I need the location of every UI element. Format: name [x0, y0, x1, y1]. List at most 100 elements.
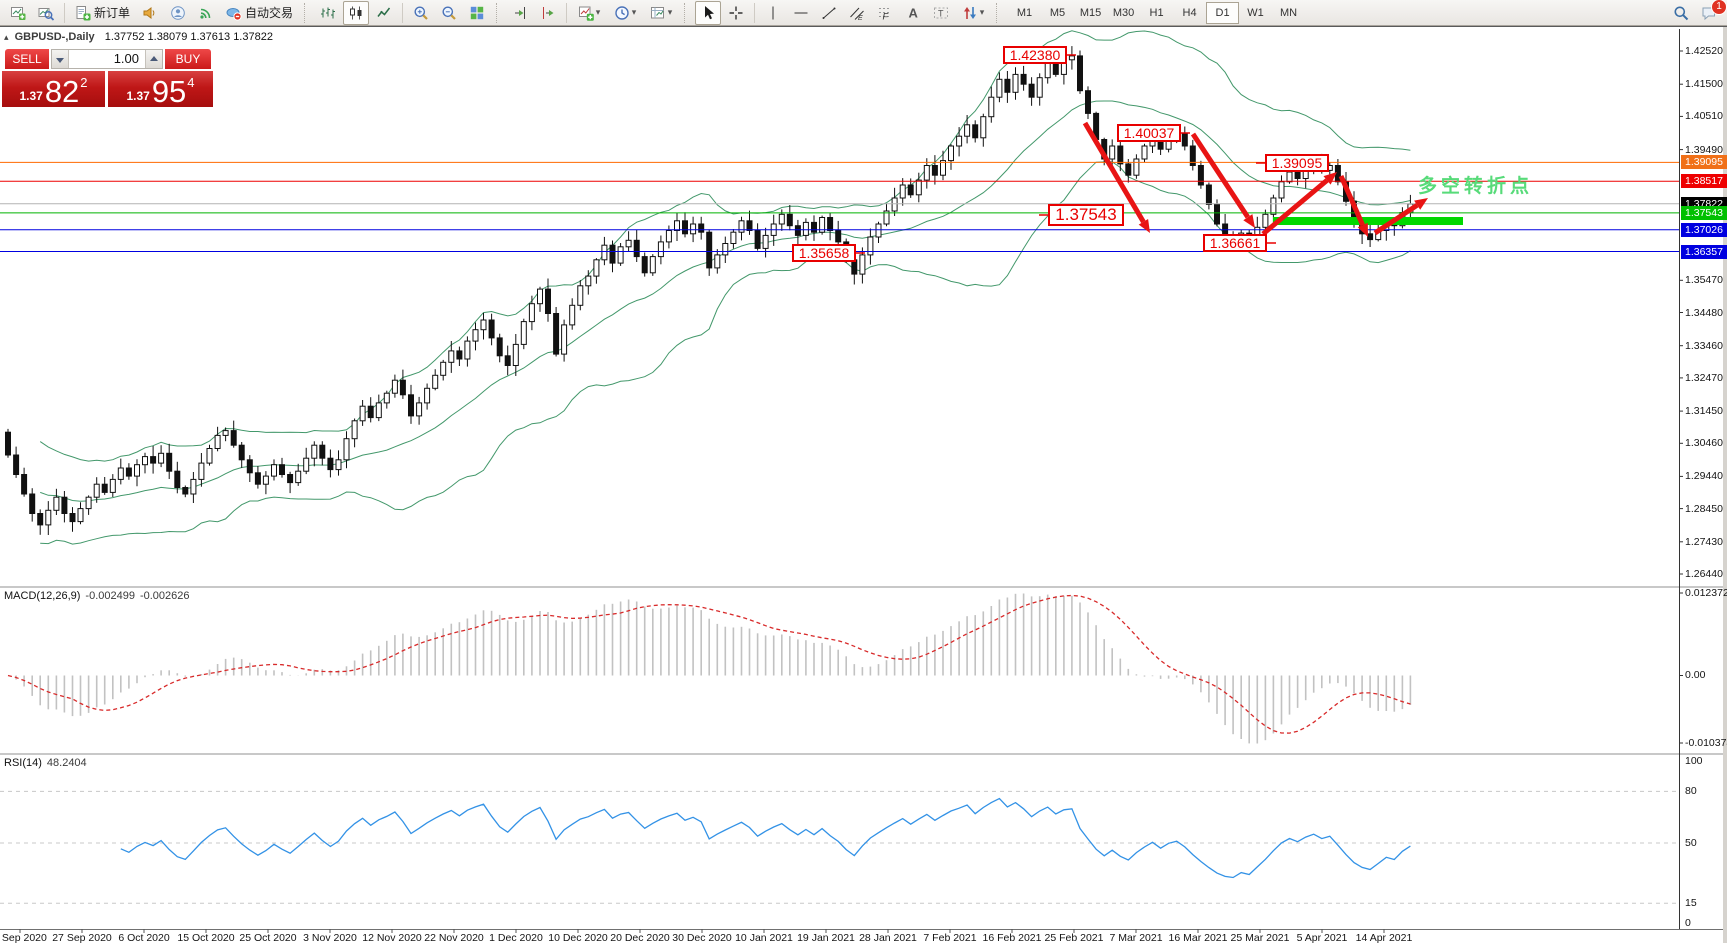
- volume-decrease-button[interactable]: [52, 50, 69, 68]
- chart-shift-icon: [540, 5, 556, 21]
- price-axis-tick: 1.42520: [1685, 45, 1723, 57]
- new-order-label: 新订单: [94, 4, 130, 21]
- volume-increase-button[interactable]: [145, 50, 162, 68]
- candlestick-chart-button[interactable]: [343, 1, 369, 25]
- date-axis-label: 14 Apr 2021: [1356, 932, 1413, 943]
- dropdown-caret-icon[interactable]: ▾: [596, 7, 601, 18]
- zoom-in-button[interactable]: [408, 1, 434, 25]
- periods-button[interactable]: ▾: [608, 1, 642, 25]
- timeframe-button-h4[interactable]: H4: [1173, 2, 1206, 24]
- trendline-button[interactable]: [816, 1, 842, 25]
- price-level-badge: 1.37543: [1681, 206, 1727, 220]
- price-annotation-box[interactable]: 1.40037: [1117, 124, 1181, 142]
- channel-button[interactable]: E: [844, 1, 870, 25]
- autotrade-button[interactable]: 自动交易: [221, 1, 298, 25]
- sell-button[interactable]: SELL: [5, 49, 49, 69]
- new-chart-button[interactable]: [5, 1, 31, 25]
- sound-icon: [142, 5, 158, 21]
- price-level-badge: 1.39095: [1681, 155, 1727, 169]
- auto-scroll-button[interactable]: [507, 1, 533, 25]
- dropdown-caret-icon[interactable]: ▾: [668, 7, 673, 18]
- macd-axis-zero: 0.00: [1685, 669, 1705, 681]
- search-icon: [1673, 5, 1689, 21]
- price-level-badge: 1.37026: [1681, 223, 1727, 237]
- timeframe-button-w1[interactable]: W1: [1239, 2, 1272, 24]
- timeframe-button-d1[interactable]: D1: [1206, 2, 1239, 24]
- line-chart-button[interactable]: [371, 1, 397, 25]
- zoom-out-button[interactable]: [436, 1, 462, 25]
- tile-windows-button[interactable]: [464, 1, 490, 25]
- price-axis-tick: 1.30460: [1685, 437, 1723, 449]
- toolbar-drag-handle: [496, 3, 501, 23]
- signals-icon: [198, 5, 214, 21]
- date-axis-label: 22 Nov 2020: [424, 932, 484, 943]
- buy-price-button[interactable]: 1.37954: [108, 71, 213, 107]
- chat-button[interactable]: 1: [1696, 1, 1722, 25]
- account-button[interactable]: [165, 1, 191, 25]
- date-axis-label: 6 Oct 2020: [118, 932, 169, 943]
- date-axis-label: 12 Nov 2020: [362, 932, 422, 943]
- vertical-line-button[interactable]: [760, 1, 786, 25]
- signals-button[interactable]: [193, 1, 219, 25]
- mt4-window: 新订单 自动交易 ▾ ▾ ▾ E F A T ▾: [0, 0, 1727, 943]
- arrows-button[interactable]: ▾: [956, 1, 990, 25]
- price-annotation-box[interactable]: 1.37543: [1048, 204, 1124, 226]
- templates-button[interactable]: ▾: [644, 1, 678, 25]
- dropdown-caret-icon[interactable]: ▾: [632, 7, 637, 18]
- ohlc-values: 1.37752 1.38079 1.37613 1.37822: [105, 31, 273, 43]
- date-axis-label: 27 Sep 2020: [52, 932, 112, 943]
- toolbar-separator: [754, 3, 755, 23]
- price-annotation-box[interactable]: 1.42380: [1003, 46, 1067, 64]
- arrows-icon: [962, 5, 978, 21]
- price-axis-tick: 1.40510: [1685, 110, 1723, 122]
- price-annotation-box[interactable]: 1.39095: [1265, 154, 1329, 172]
- crosshair-button[interactable]: [723, 1, 749, 25]
- macd-axis-max: 0.012372: [1685, 587, 1727, 599]
- price-annotation-box[interactable]: 1.36661: [1203, 234, 1267, 252]
- zoom-out-icon: [441, 5, 457, 21]
- price-axis-tick: 1.35470: [1685, 274, 1723, 286]
- toolbar-drag-handle: [996, 3, 1001, 23]
- chart-shift-button[interactable]: [535, 1, 561, 25]
- text-label-button[interactable]: T: [928, 1, 954, 25]
- profiles-icon: [38, 5, 54, 21]
- timeframe-button-m5[interactable]: M5: [1041, 2, 1074, 24]
- timeframe-button-mn[interactable]: MN: [1272, 2, 1305, 24]
- buy-price-prefix: 1.37: [126, 90, 149, 102]
- timeframe-button-m15[interactable]: M15: [1074, 2, 1107, 24]
- text-label-icon: T: [933, 5, 949, 21]
- buy-price-big: 95: [152, 78, 186, 105]
- indicators-button[interactable]: ▾: [572, 1, 606, 25]
- text-button[interactable]: A: [900, 1, 926, 25]
- dropdown-caret-icon[interactable]: ▾: [980, 7, 985, 18]
- timeframe-button-h1[interactable]: H1: [1140, 2, 1173, 24]
- sell-price-button[interactable]: 1.37822: [2, 71, 105, 107]
- profiles-button[interactable]: [33, 1, 59, 25]
- cursor-button[interactable]: [695, 1, 721, 25]
- notification-badge[interactable]: 1: [1711, 0, 1727, 15]
- timeframe-button-m30[interactable]: M30: [1107, 2, 1140, 24]
- price-annotation-box[interactable]: 1.35658: [792, 244, 856, 262]
- new-order-button[interactable]: 新订单: [70, 1, 135, 25]
- sell-price-prefix: 1.37: [19, 90, 42, 102]
- trendline-icon: [821, 5, 837, 21]
- timeframe-button-m1[interactable]: M1: [1008, 2, 1041, 24]
- sound-button[interactable]: [137, 1, 163, 25]
- indicators-icon: [578, 5, 594, 21]
- volume-input[interactable]: 1.00: [69, 50, 145, 68]
- date-axis-label: 5 Apr 2021: [1297, 932, 1348, 943]
- autotrade-label: 自动交易: [245, 4, 293, 21]
- toolbar-drag-handle: [304, 3, 309, 23]
- volume-stepper: 1.00: [51, 49, 163, 69]
- buy-button[interactable]: BUY: [165, 49, 211, 69]
- rsi-label: RSI(14)48.2404: [4, 757, 87, 769]
- chart-canvas[interactable]: [0, 27, 1727, 943]
- search-button[interactable]: [1668, 1, 1694, 25]
- fibonacci-button[interactable]: F: [872, 1, 898, 25]
- horizontal-line-button[interactable]: [788, 1, 814, 25]
- collapse-one-click-icon[interactable]: ▴: [4, 32, 9, 42]
- zoom-in-icon: [413, 5, 429, 21]
- bar-chart-button[interactable]: [315, 1, 341, 25]
- date-axis-label: 30 Dec 2020: [672, 932, 732, 943]
- toolbar-separator: [64, 3, 65, 23]
